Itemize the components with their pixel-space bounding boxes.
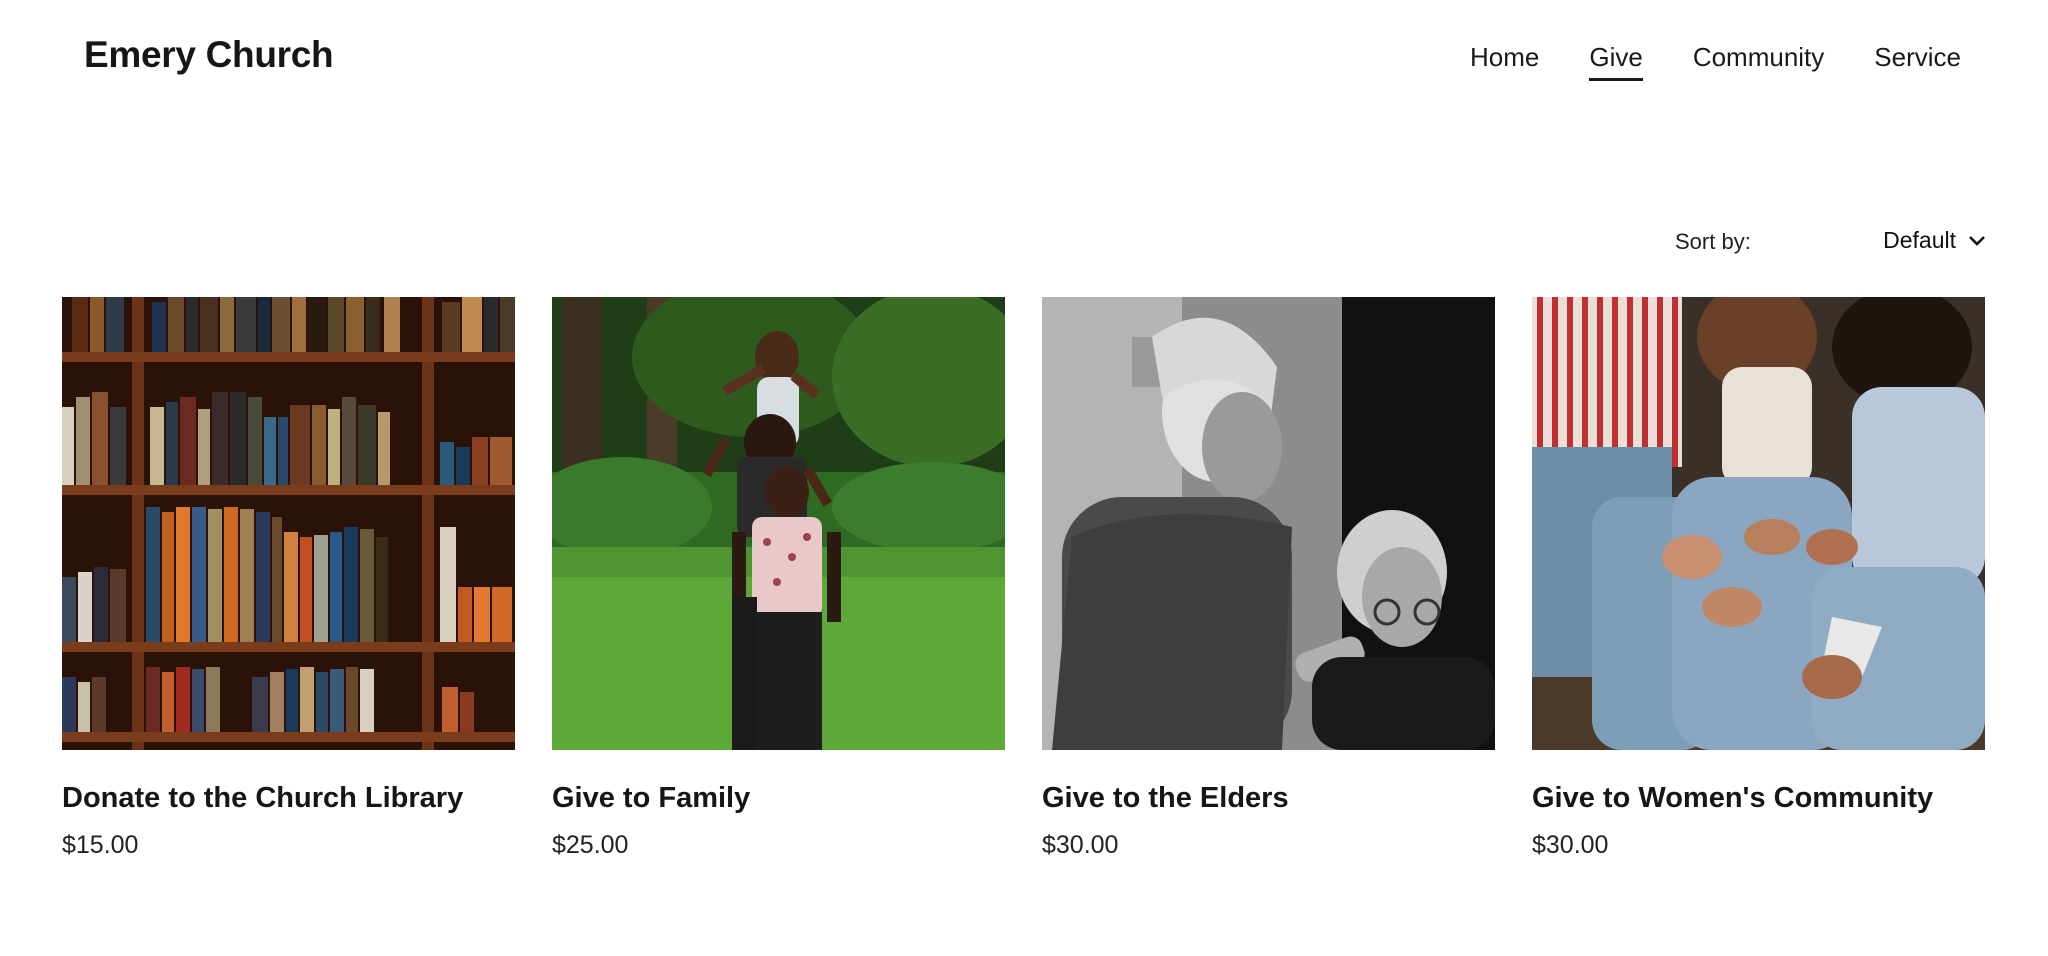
- sort-label: Sort by:: [1675, 229, 1751, 254]
- main-nav: Home Give Community Service: [1470, 42, 1961, 82]
- product-title[interactable]: Give to Family: [552, 782, 1005, 815]
- product-card[interactable]: Give to Women's Community $30.00: [1532, 297, 1985, 860]
- chevron-down-icon: [1969, 235, 1985, 246]
- nav-item-home[interactable]: Home: [1470, 42, 1539, 81]
- family-image[interactable]: [552, 297, 1005, 750]
- elders-image[interactable]: [1042, 297, 1495, 750]
- product-card[interactable]: Donate to the Church Library $15.00: [62, 297, 515, 860]
- product-card[interactable]: Give to Family $25.00: [552, 297, 1005, 860]
- product-price: $15.00: [62, 831, 139, 859]
- sort-value: Default: [1883, 227, 1956, 253]
- nav-item-community[interactable]: Community: [1693, 42, 1824, 81]
- product-price: $30.00: [1532, 831, 1609, 859]
- sort-dropdown[interactable]: Default: [1883, 227, 1986, 254]
- product-price: $25.00: [552, 831, 629, 859]
- nav-item-give[interactable]: Give: [1589, 42, 1644, 82]
- nav-item-service[interactable]: Service: [1874, 42, 1961, 81]
- product-card[interactable]: Give to the Elders $30.00: [1042, 297, 1495, 860]
- product-title[interactable]: Donate to the Church Library: [62, 782, 515, 815]
- product-title[interactable]: Give to the Elders: [1042, 782, 1495, 815]
- product-price: $30.00: [1042, 831, 1119, 859]
- women-community-image[interactable]: [1532, 297, 1985, 750]
- product-title[interactable]: Give to Women's Community: [1532, 782, 1985, 815]
- product-grid: Donate to the Church Library $15.00 Give…: [62, 297, 1985, 860]
- site-title[interactable]: Emery Church: [84, 34, 334, 76]
- bookshelf-image[interactable]: [62, 297, 515, 750]
